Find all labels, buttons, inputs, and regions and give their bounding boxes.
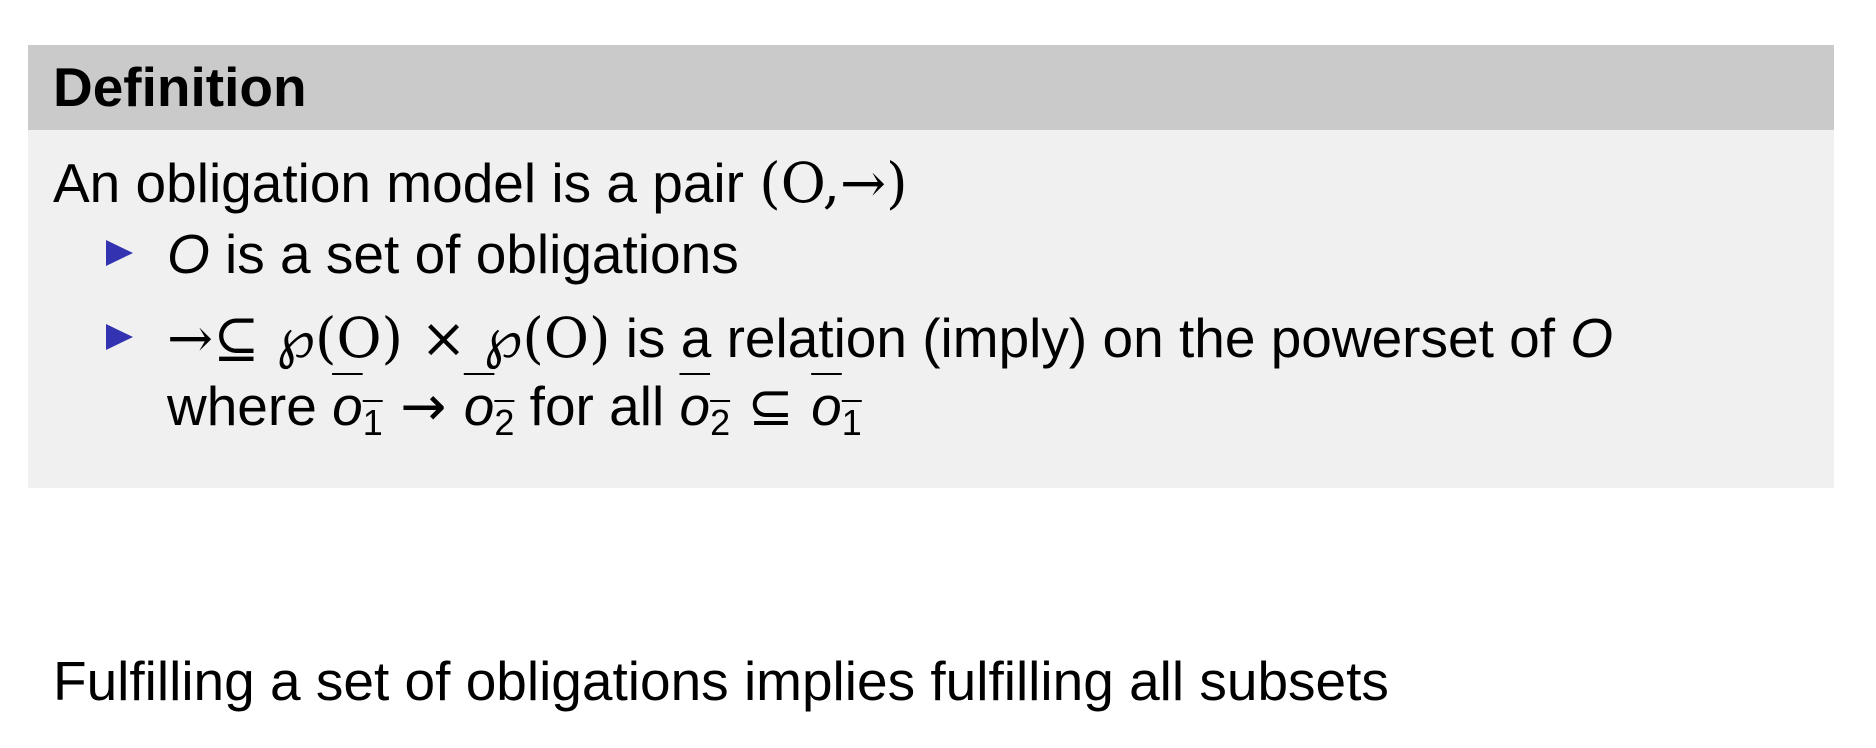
- for-all-text: for all: [514, 375, 680, 437]
- o2-sub: 2: [494, 402, 515, 443]
- where-text: where: [167, 375, 333, 437]
- math-symbol: O: [167, 223, 210, 285]
- intro-text: An obligation model is a pair: [53, 152, 760, 214]
- footer-statement: Fulfilling a set of obligations implies …: [53, 650, 1389, 712]
- o1b-sub: 1: [841, 402, 862, 443]
- item-line-2: where o1 → o2 for all o2 ⊆ o1: [167, 372, 1613, 457]
- definition-intro: An obligation model is a pair (O,→): [53, 150, 908, 216]
- math-symbol: O: [1570, 307, 1614, 369]
- list-item-text: O is a set of obligations: [167, 220, 739, 288]
- intro-math: (O,→): [759, 151, 908, 215]
- item-line-1: →⊆ ℘(O) × ℘(O) is a relation (imply) on …: [167, 304, 1613, 372]
- o1-sub: 1: [362, 402, 383, 443]
- bullet-triangle-icon: [106, 324, 133, 350]
- definition-block: Definition An obligation model is a pair…: [28, 45, 1834, 488]
- overline-o1: o1: [332, 375, 383, 443]
- implies-arrow: →: [382, 374, 464, 438]
- item-text: is a set of obligations: [209, 223, 739, 285]
- o2-var: o: [463, 375, 495, 437]
- relation-math: →⊆ ℘(O) × ℘(O): [167, 306, 611, 370]
- o1-var: o: [332, 375, 363, 437]
- o2b-var: o: [679, 375, 711, 437]
- item-text: is a relation (imply) on the powerset of: [610, 307, 1571, 369]
- overline-o2: o2: [463, 375, 515, 443]
- o2b-sub: 2: [710, 402, 731, 443]
- overline-o1b: o1: [811, 375, 862, 443]
- o1b-var: o: [811, 375, 842, 437]
- subseteq-symbol: ⊆: [730, 374, 812, 438]
- bullet-triangle-icon: [106, 240, 133, 266]
- definition-title: Definition: [53, 56, 307, 118]
- list-item-text: →⊆ ℘(O) × ℘(O) is a relation (imply) on …: [167, 304, 1613, 457]
- definition-header: Definition: [28, 45, 1834, 130]
- overline-o2b: o2: [679, 375, 730, 443]
